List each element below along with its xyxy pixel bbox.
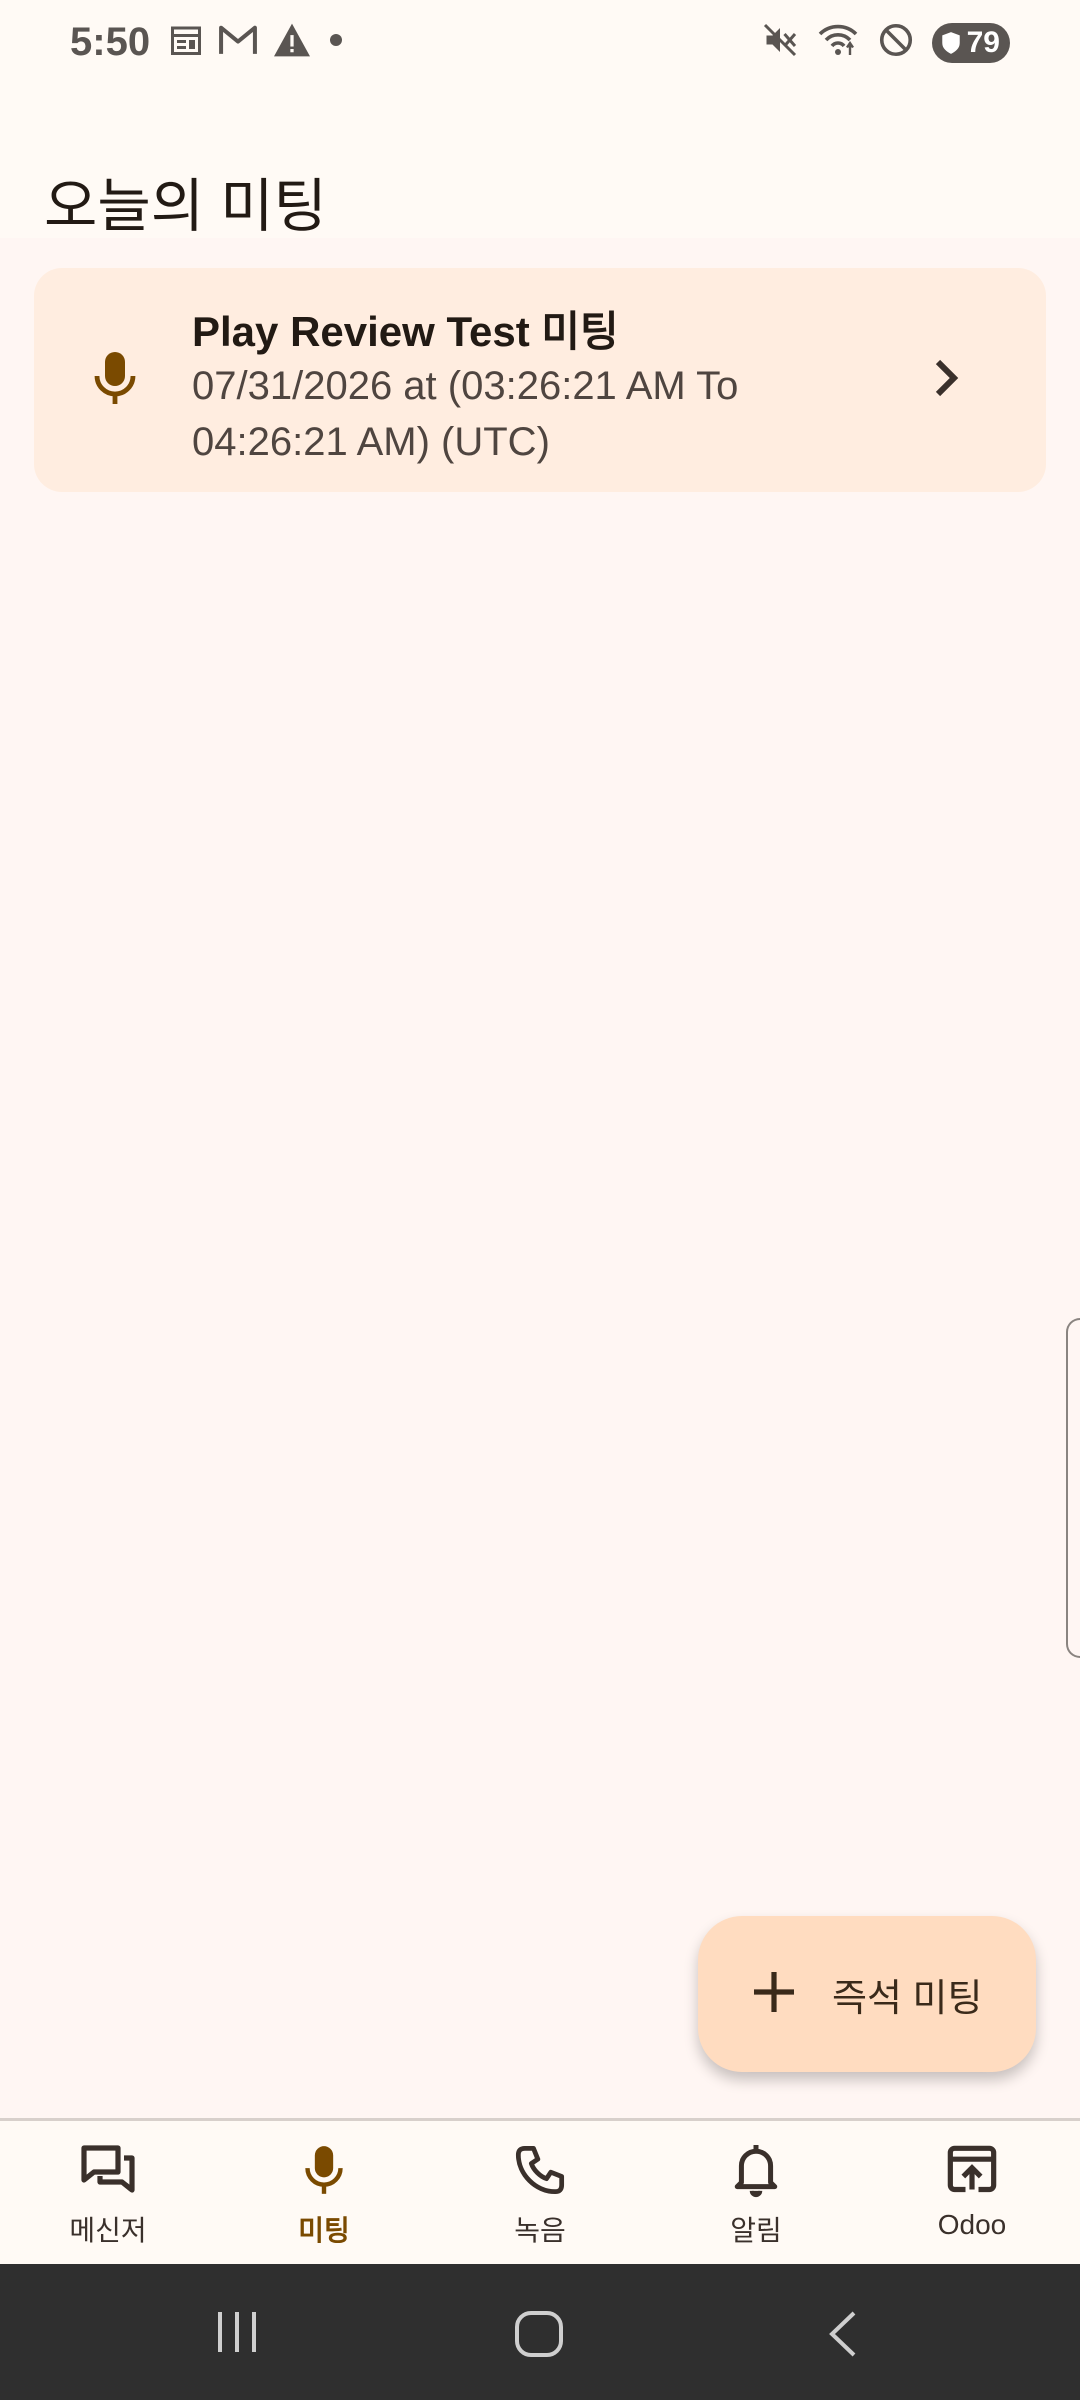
nav-label-notifications: 알림 [730,2215,782,2246]
battery-icon: 79 [932,22,1010,63]
calendar-icon [168,22,204,63]
scroll-handle[interactable] [1066,1318,1080,1658]
status-time: 5:50 [70,20,151,64]
nav-item-meeting[interactable]: 미팅 [216,2141,432,2261]
nav-item-odoo[interactable]: Odoo [864,2141,1080,2261]
nav-label-meeting: 미팅 [298,2215,350,2246]
plus-icon [750,1968,798,2021]
nav-label-odoo: Odoo [937,2209,1007,2240]
page-title: 오늘의 미팅 [44,173,327,239]
status-bar: 5:50 79 [0,0,1080,90]
chevron-right-icon [926,356,966,405]
battery-level: 79 [966,25,1000,59]
app-bar: 오늘의 미팅 [0,90,1080,239]
status-left-icons [168,22,346,63]
nav-label-messenger: 메신저 [69,2215,147,2246]
system-nav-bar [0,2264,1080,2400]
back-icon[interactable] [824,2310,864,2363]
mic-icon [90,348,140,413]
nav-item-notifications[interactable]: 알림 [648,2141,864,2261]
instant-meeting-label: 즉석 미팅 [832,1977,983,2020]
phone-icon [515,2145,565,2195]
wifi-icon [816,22,860,63]
instant-meeting-button[interactable]: 즉석 미팅 [698,1916,1036,2072]
gmail-icon [218,22,258,63]
chat-icon [81,2145,135,2193]
nav-item-messenger[interactable]: 메신저 [0,2141,216,2261]
dot-icon [326,30,346,55]
nav-label-recording: 녹음 [514,2215,566,2246]
bottom-nav: 메신저 미팅 녹음 알림 Odoo [0,2118,1080,2264]
nav-item-recording[interactable]: 녹음 [432,2141,648,2261]
status-right-icons: 79 [762,22,1010,63]
bell-icon [734,2145,778,2198]
open-in-browser-icon [947,2145,997,2193]
mic-icon [305,2146,343,2194]
meeting-card[interactable]: Play Review Test 미팅 07/31/2026 at (03:26… [34,268,1046,492]
meeting-title: Play Review Test 미팅 [192,308,619,355]
mute-icon [762,22,798,63]
home-icon[interactable] [514,2310,566,2363]
meeting-schedule: 07/31/2026 at (03:26:21 AM To 04:26:21 A… [192,364,739,464]
recent-apps-icon[interactable] [212,2310,262,2359]
warning-icon [272,22,312,63]
do-not-disturb-icon [878,22,914,63]
